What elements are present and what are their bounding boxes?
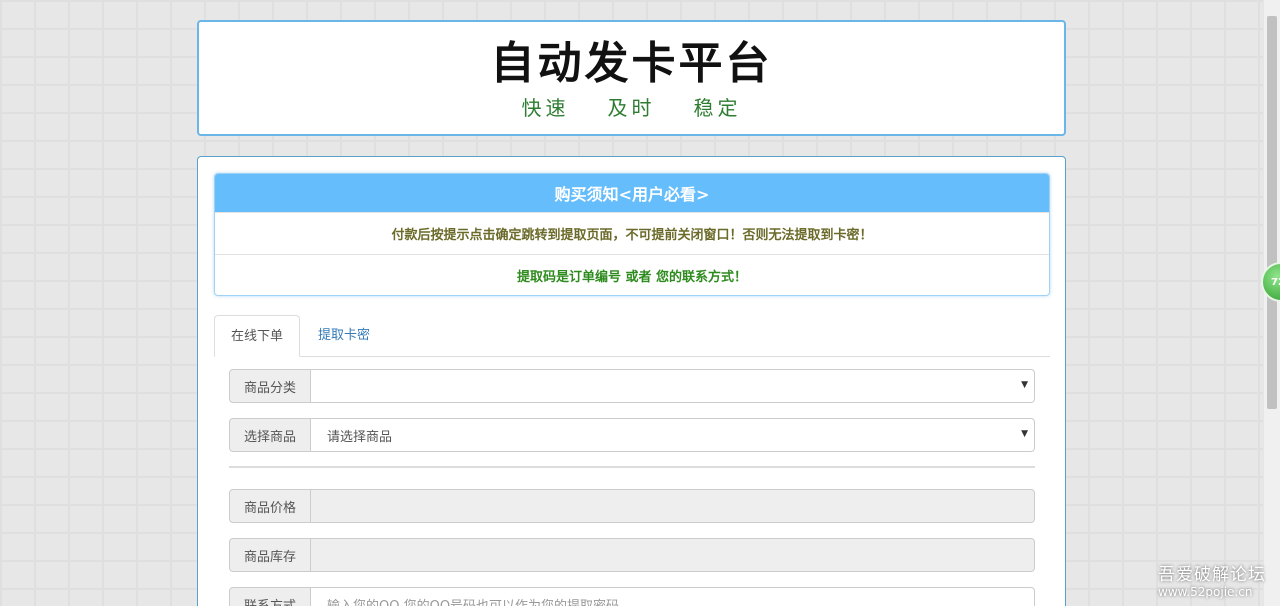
category-label: 商品分类 xyxy=(229,369,311,403)
tab-online-order[interactable]: 在线下单 xyxy=(214,315,301,357)
category-select[interactable]: ▼ xyxy=(311,369,1035,403)
price-row: 商品价格 xyxy=(229,489,1035,523)
slogan-stable: 稳定 xyxy=(693,96,742,120)
watermark-title: 吾爱破解论坛 xyxy=(1158,565,1266,585)
stock-row: 商品库存 xyxy=(229,538,1035,572)
slogan: 快速 及时 稳定 xyxy=(199,92,1064,121)
tab-extract-card[interactable]: 提取卡密 xyxy=(302,315,386,356)
category-row: 商品分类 ▼ xyxy=(229,369,1035,403)
purchase-notice: 购买须知<用户必看> 付款后按提示点击确定跳转到提取页面，不可提前关闭窗口！否则… xyxy=(214,173,1050,296)
dropdown-caret-icon: ▼ xyxy=(1021,380,1028,390)
stock-label: 商品库存 xyxy=(229,538,311,572)
dropdown-caret-icon: ▼ xyxy=(1021,429,1028,439)
product-value: 请选择商品 xyxy=(327,429,393,445)
scrollbar-thumb[interactable] xyxy=(1267,16,1277,409)
contact-row: 联系方式 输入您的QQ,您的QQ号码也可以作为您的提取密码 xyxy=(229,587,1035,606)
contact-placeholder: 输入您的QQ,您的QQ号码也可以作为您的提取密码 xyxy=(327,598,620,606)
product-label: 选择商品 xyxy=(229,418,311,452)
price-field xyxy=(311,489,1035,523)
product-select[interactable]: 请选择商品 ▼ xyxy=(311,418,1035,452)
page-scrollbar[interactable] xyxy=(1263,0,1280,606)
watermark: 吾爱破解论坛 www.52pojie.cn xyxy=(1158,560,1266,599)
watermark-url: www.52pojie.cn xyxy=(1158,585,1253,599)
notice-line-extract-code: 提取码是订单编号 或者 您的联系方式！ xyxy=(215,254,1049,295)
order-panel: 购买须知<用户必看> 付款后按提示点击确定跳转到提取页面，不可提前关闭窗口！否则… xyxy=(197,156,1066,606)
notice-line-payment: 付款后按提示点击确定跳转到提取页面，不可提前关闭窗口！否则无法提取到卡密！ xyxy=(215,212,1049,254)
order-tabs: 在线下单 提取卡密 xyxy=(214,315,1050,357)
notice-title: 购买须知<用户必看> xyxy=(215,174,1049,212)
price-label: 商品价格 xyxy=(229,489,311,523)
contact-label: 联系方式 xyxy=(229,587,311,606)
site-title: 自动发卡平台 xyxy=(490,38,773,89)
slogan-timely: 及时 xyxy=(607,96,656,120)
divider xyxy=(229,466,1035,468)
stock-field xyxy=(311,538,1035,572)
site-header: 自动发卡平台 快速 及时 稳定 xyxy=(197,20,1066,136)
product-row: 选择商品 请选择商品 ▼ xyxy=(229,418,1035,452)
contact-input[interactable]: 输入您的QQ,您的QQ号码也可以作为您的提取密码 xyxy=(311,587,1035,606)
slogan-fast: 快速 xyxy=(521,96,570,120)
